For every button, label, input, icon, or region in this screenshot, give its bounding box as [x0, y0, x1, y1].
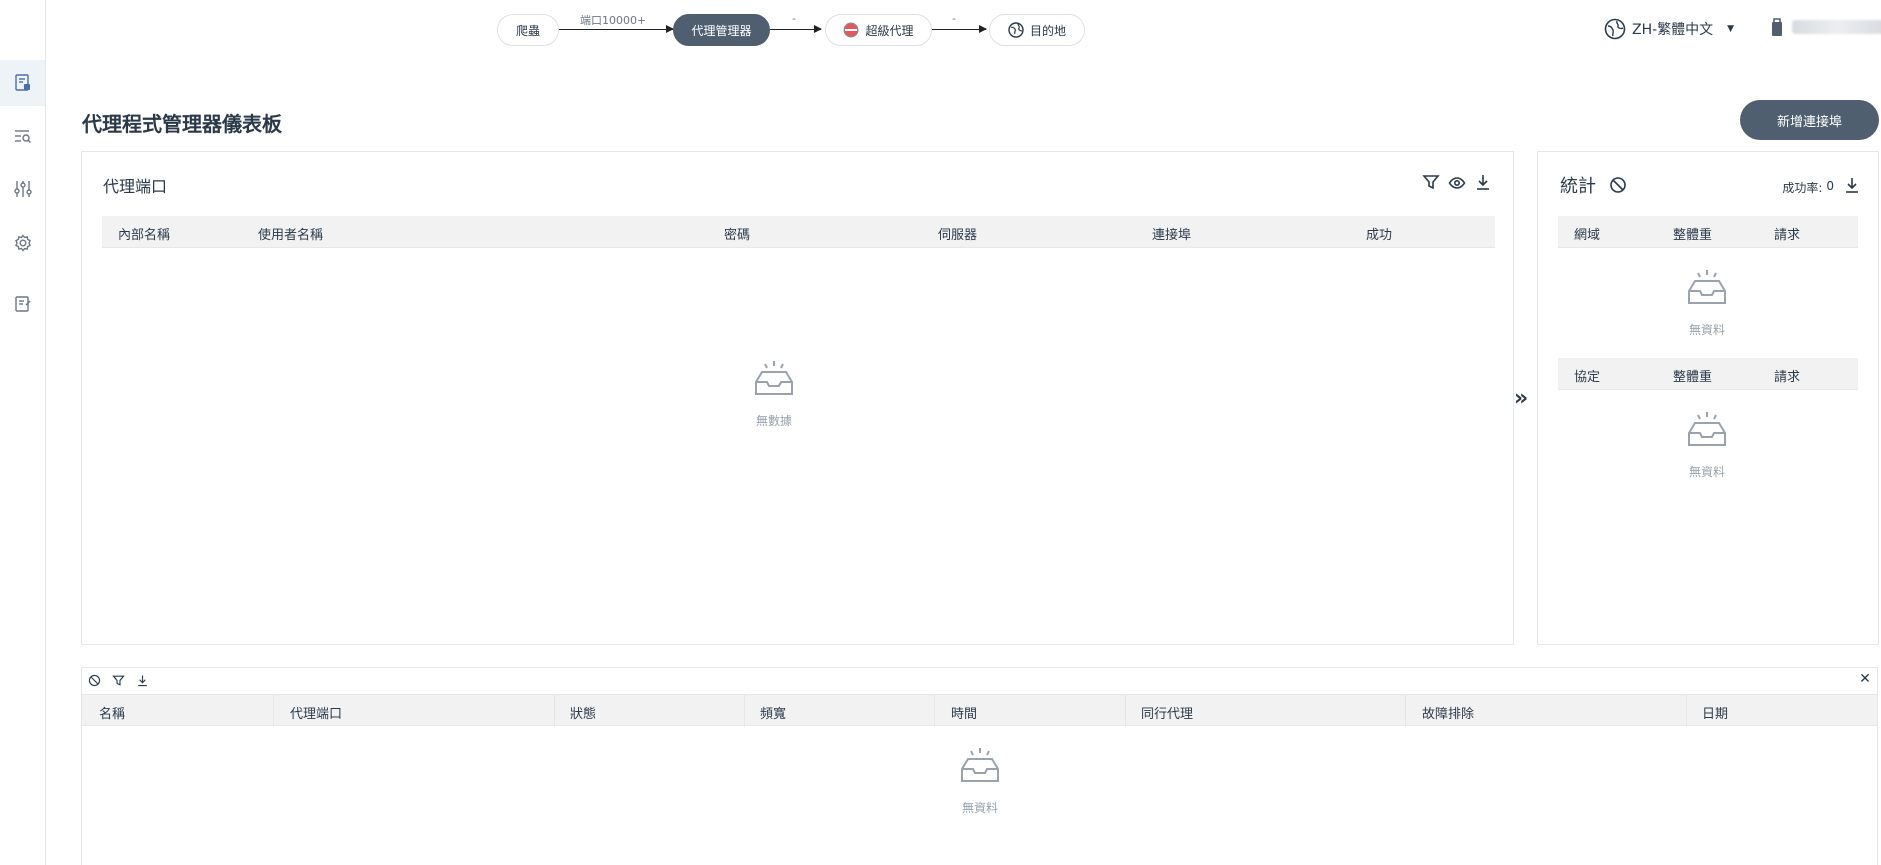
protocol-table-header: 協定 整體重 請求: [1558, 358, 1858, 390]
stats-title: 統計: [1560, 176, 1596, 197]
empty-inbox-icon: [1688, 412, 1726, 446]
empty-text: 無數據: [755, 414, 792, 428]
empty-text: 無資料: [1688, 323, 1725, 337]
clear-icon[interactable]: [86, 672, 102, 688]
column-divider[interactable]: [273, 695, 274, 727]
column-divider[interactable]: [934, 695, 935, 727]
proxy-ports-empty-state: 無數據: [752, 358, 796, 429]
sliders-icon: [13, 181, 32, 197]
column-header[interactable]: 整體重: [1673, 224, 1712, 243]
sidebar-item-notes[interactable]: [0, 281, 45, 327]
close-icon[interactable]: ✕: [1857, 671, 1873, 687]
column-header[interactable]: 內部名稱: [118, 224, 170, 243]
language-label: ZH-繁體中文: [1632, 22, 1714, 38]
column-divider[interactable]: [1405, 695, 1406, 727]
request-log-panel: ✕ 名稱 代理端口 狀態 頻寬 時間 同行代理 故障排除 日期 無資料: [81, 667, 1878, 865]
account-icon: [1772, 18, 1782, 36]
flow-node-proxy-manager[interactable]: 代理管理器: [673, 14, 770, 46]
flow-edge-3: [932, 25, 987, 33]
eye-icon[interactable]: [1447, 173, 1467, 193]
username-redacted: [1792, 20, 1881, 34]
gear-icon: [14, 234, 31, 252]
empty-inbox-icon: [961, 748, 999, 782]
stats-panel: 統計 成功率: 0 網域 整體重 請求 無資料 協定 整體重 請求 無資料: [1537, 151, 1879, 645]
sidebar: [0, 0, 46, 865]
empty-text: 無資料: [1688, 465, 1725, 479]
column-header[interactable]: 名稱: [99, 703, 125, 722]
column-header[interactable]: 使用者名稱: [258, 224, 323, 243]
empty-text: 無資料: [961, 801, 998, 815]
column-header[interactable]: 頻寬: [760, 703, 786, 722]
flow-node-super-proxy[interactable]: 超級代理: [825, 14, 932, 46]
flag-icon: [843, 22, 859, 38]
column-header[interactable]: 故障排除: [1422, 703, 1474, 722]
flow-edge-3-label: -: [952, 12, 956, 25]
domain-table-empty-state: 無資料: [1685, 267, 1729, 338]
sidebar-item-logs[interactable]: [0, 113, 45, 159]
flow-edge-1: [559, 25, 674, 33]
column-header[interactable]: 同行代理: [1141, 703, 1193, 722]
success-rate: 成功率: 0: [1782, 179, 1834, 196]
sidebar-item-rules[interactable]: [0, 166, 45, 212]
column-divider[interactable]: [1686, 695, 1687, 727]
flow-node-destination[interactable]: 目的地: [989, 14, 1085, 46]
page-title: 代理程式管理器儀表板: [82, 112, 282, 136]
column-divider[interactable]: [554, 695, 555, 727]
column-header[interactable]: 密碼: [724, 224, 750, 243]
success-rate-value: 0: [1826, 179, 1834, 193]
download-icon[interactable]: [1473, 172, 1493, 192]
request-log-empty-state: 無資料: [958, 745, 1002, 816]
language-selector[interactable]: ZH-繁體中文 ▼: [1604, 18, 1734, 40]
flow-edge-2: [770, 25, 822, 33]
column-header[interactable]: 協定: [1574, 366, 1600, 385]
success-rate-label: 成功率:: [1782, 181, 1823, 195]
dashboard-icon: [14, 74, 30, 91]
filter-icon[interactable]: [110, 672, 126, 688]
column-header[interactable]: 伺服器: [938, 224, 977, 243]
column-header[interactable]: 請求: [1774, 366, 1800, 385]
column-header[interactable]: 整體重: [1673, 366, 1712, 385]
flow-node-crawler-label: 爬蟲: [515, 23, 540, 38]
protocol-table-empty-state: 無資料: [1685, 409, 1729, 480]
search-list-icon: [14, 130, 31, 143]
download-icon[interactable]: [134, 672, 150, 688]
flow-node-proxy-manager-label: 代理管理器: [691, 23, 752, 38]
empty-inbox-icon: [755, 361, 793, 395]
collapse-panel-icon[interactable]: »: [1514, 386, 1528, 411]
flow-edge-2-label: -: [792, 12, 796, 25]
proxy-ports-title: 代理端口: [103, 177, 168, 196]
flow-edge-1-label: 端口10000+: [580, 14, 647, 27]
globe-icon: [1008, 22, 1024, 38]
sidebar-item-dashboard[interactable]: [0, 60, 45, 106]
sidebar-item-settings[interactable]: [0, 220, 45, 266]
clear-icon[interactable]: [1608, 175, 1628, 195]
proxy-ports-panel: 代理端口 內部名稱 使用者名稱 密碼 伺服器 連接埠 成功 無數據: [81, 151, 1514, 645]
column-header[interactable]: 代理端口: [290, 703, 342, 722]
flow-node-destination-label: 目的地: [1029, 23, 1066, 38]
column-header[interactable]: 時間: [951, 703, 977, 722]
language-globe-icon: [1604, 18, 1626, 40]
column-header[interactable]: 狀態: [570, 703, 596, 722]
column-header[interactable]: 連接埠: [1152, 224, 1191, 243]
column-header[interactable]: 日期: [1702, 703, 1728, 722]
proxy-ports-table-header: 內部名稱 使用者名稱 密碼 伺服器 連接埠 成功: [102, 216, 1495, 248]
column-divider[interactable]: [744, 695, 745, 727]
download-icon[interactable]: [1842, 175, 1862, 195]
empty-inbox-icon: [1688, 270, 1726, 304]
user-menu[interactable]: [1770, 16, 1881, 38]
edit-document-icon: [14, 296, 30, 312]
request-log-table-header: 名稱 代理端口 狀態 頻寬 時間 同行代理 故障排除 日期: [82, 694, 1877, 727]
chevron-down-icon: ▼: [1727, 24, 1735, 34]
column-header[interactable]: 成功: [1366, 224, 1392, 243]
column-header[interactable]: 網域: [1574, 224, 1600, 243]
domain-table-header: 網域 整體重 請求: [1558, 216, 1858, 248]
filter-icon[interactable]: [1421, 172, 1441, 192]
column-divider[interactable]: [1125, 695, 1126, 727]
column-header[interactable]: 請求: [1774, 224, 1800, 243]
flow-node-crawler[interactable]: 爬蟲: [497, 14, 559, 46]
flow-node-super-proxy-label: 超級代理: [865, 23, 914, 38]
add-port-button[interactable]: 新增連接埠: [1740, 100, 1879, 140]
